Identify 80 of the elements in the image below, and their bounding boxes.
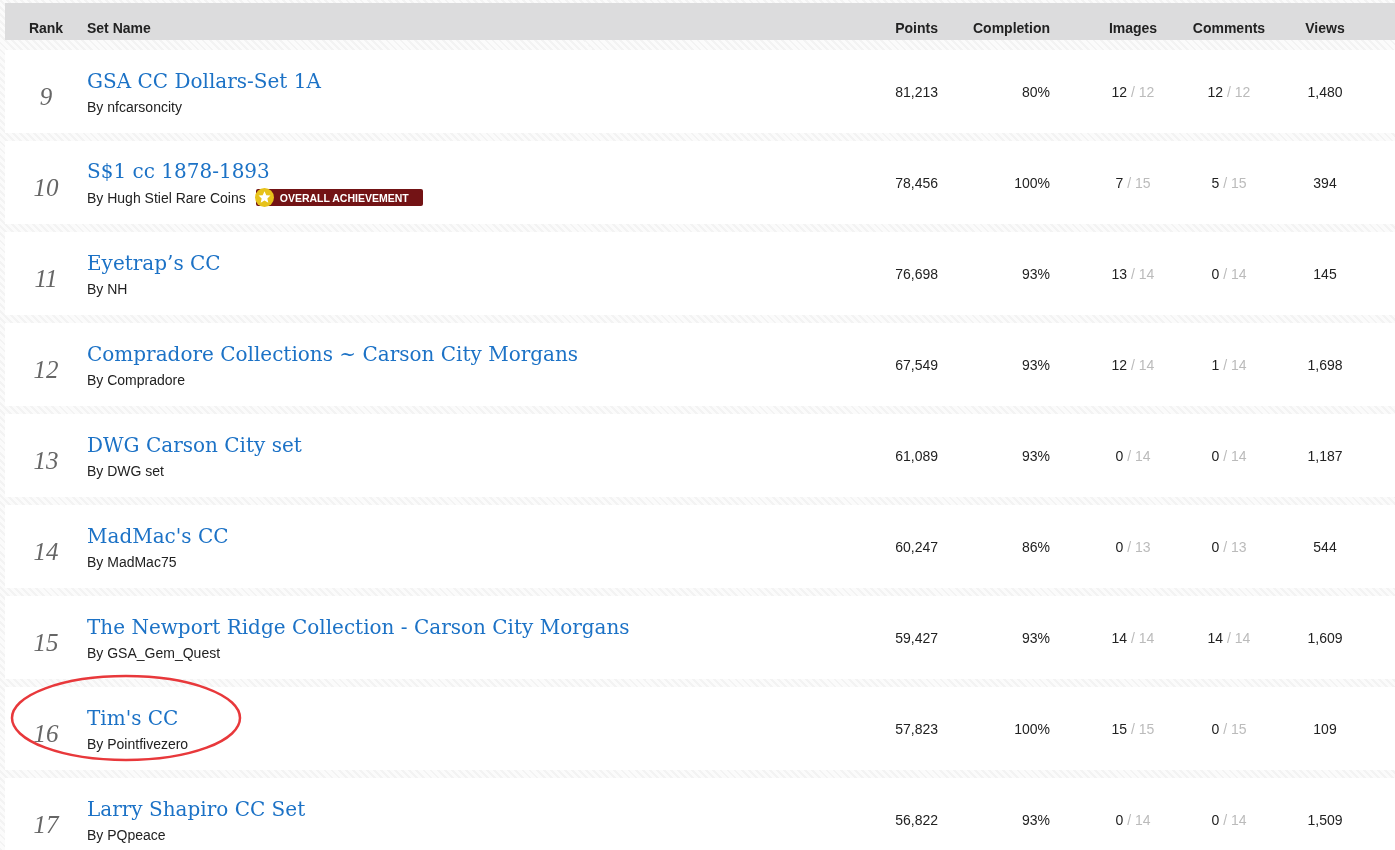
rank-number: 12 [33, 354, 59, 384]
owner-name: By MadMac75 [87, 553, 177, 570]
completion-cell-text: 100% [1013, 720, 1051, 737]
rank-number: 9 [39, 81, 53, 111]
owner-name: By Pointfivezero [87, 735, 189, 752]
column-header[interactable]: Set Name [87, 7, 865, 36]
owner-name: By Compradore [87, 371, 186, 388]
views-cell-text: 394 [1312, 174, 1338, 191]
images-cell-text: 7 / 15 [1114, 174, 1152, 191]
completion-cell-text: 80% [1020, 83, 1051, 100]
rank-number: 15 [33, 627, 59, 657]
images-cell-text: 13 / 14 [1110, 265, 1156, 282]
column-header[interactable]: Comments [1181, 7, 1277, 36]
column-header[interactable]: Points [865, 7, 940, 36]
points-cell-text: 76,698 [894, 265, 939, 282]
points-cell-text: 60,247 [894, 538, 939, 555]
views-cell-text: 1,187 [1306, 447, 1344, 464]
comments-cell-text: 12 / 12 [1206, 83, 1252, 100]
achievement-badge: OVERALL ACHIEVEMENT [255, 189, 423, 206]
views-cell-text: 544 [1312, 538, 1338, 555]
set-name-link[interactable]: Eyetrap’s CC [87, 250, 221, 275]
column-header[interactable]: Views [1277, 7, 1373, 36]
rank-number: 16 [33, 718, 59, 748]
column-header[interactable]: Images [1085, 7, 1181, 36]
column-header[interactable]: Completion [940, 7, 1085, 36]
set-name-link[interactable]: GSA CC Dollars-Set 1A [87, 68, 321, 93]
images-cell-text: 14 / 14 [1110, 629, 1156, 646]
rank-number: 10 [33, 172, 59, 202]
comments-cell-text: 0 / 13 [1210, 538, 1248, 555]
completion-cell-text: 93% [1020, 265, 1051, 282]
completion-cell-text: 86% [1020, 538, 1051, 555]
views-cell-text: 145 [1312, 265, 1338, 282]
views-cell-text: 1,698 [1306, 356, 1344, 373]
set-name-link[interactable]: MadMac's CC [87, 523, 229, 548]
set-name-link[interactable]: Larry Shapiro CC Set [87, 796, 306, 821]
owner-name: By NH [87, 280, 128, 297]
points-cell-text: 56,822 [894, 811, 939, 828]
completion-cell-text: 93% [1020, 811, 1051, 828]
set-name-link[interactable]: Compradore Collections ~ Carson City Morgans [87, 341, 579, 366]
set-name-link[interactable]: S$1 cc 1878-1893 [87, 159, 270, 183]
owner-name: By GSA_Gem_Quest [87, 644, 221, 661]
comments-cell-text: 1 / 14 [1210, 356, 1248, 373]
views-cell-text: 1,609 [1306, 629, 1344, 646]
comments-cell-text: 5 / 15 [1210, 174, 1248, 191]
images-cell-text: 15 / 15 [1110, 720, 1156, 737]
views-cell-text: 1,480 [1306, 83, 1344, 100]
comments-cell-text: 14 / 14 [1206, 629, 1252, 646]
comments-cell-text: 0 / 15 [1210, 720, 1248, 737]
rank-number: 14 [33, 536, 59, 566]
rank-number: 11 [34, 263, 58, 293]
images-cell-text: 12 / 14 [1110, 356, 1156, 373]
rank-number: 17 [33, 809, 59, 839]
comments-cell-text: 0 / 14 [1210, 447, 1248, 464]
owner-name: By Hugh Stiel Rare Coins [87, 189, 246, 206]
completion-cell-text: 93% [1020, 356, 1051, 373]
completion-cell-text: 100% [1013, 174, 1051, 191]
comments-cell-text: 0 / 14 [1210, 265, 1248, 282]
set-name-link[interactable]: DWG Carson City set [87, 432, 302, 457]
images-cell-text: 0 / 14 [1114, 811, 1152, 828]
set-name-link[interactable]: Tim's CC [87, 705, 179, 730]
images-cell-text: 12 / 12 [1110, 83, 1156, 100]
set-name-link[interactable]: The Newport Ridge Collection - Carson City Morgans [87, 614, 630, 639]
points-cell-text: 67,549 [894, 356, 939, 373]
rank-number: 13 [33, 445, 59, 475]
owner-name: By DWG set [87, 462, 164, 479]
points-cell-text: 78,456 [894, 174, 939, 191]
column-header[interactable]: Rank [5, 7, 87, 36]
views-cell-text: 109 [1312, 720, 1338, 737]
owner-name: By nfcarsoncity [87, 98, 182, 115]
points-cell-text: 57,823 [894, 720, 939, 737]
points-cell-text: 61,089 [894, 447, 939, 464]
images-cell-text: 0 / 13 [1114, 538, 1152, 555]
completion-cell-text: 93% [1020, 629, 1051, 646]
points-cell-text: 59,427 [894, 629, 939, 646]
owner-name: By PQpeace [87, 826, 166, 843]
points-cell-text: 81,213 [894, 83, 939, 100]
completion-cell-text: 93% [1020, 447, 1051, 464]
views-cell-text: 1,509 [1306, 811, 1344, 828]
images-cell-text: 0 / 14 [1114, 447, 1152, 464]
comments-cell-text: 0 / 14 [1210, 811, 1248, 828]
